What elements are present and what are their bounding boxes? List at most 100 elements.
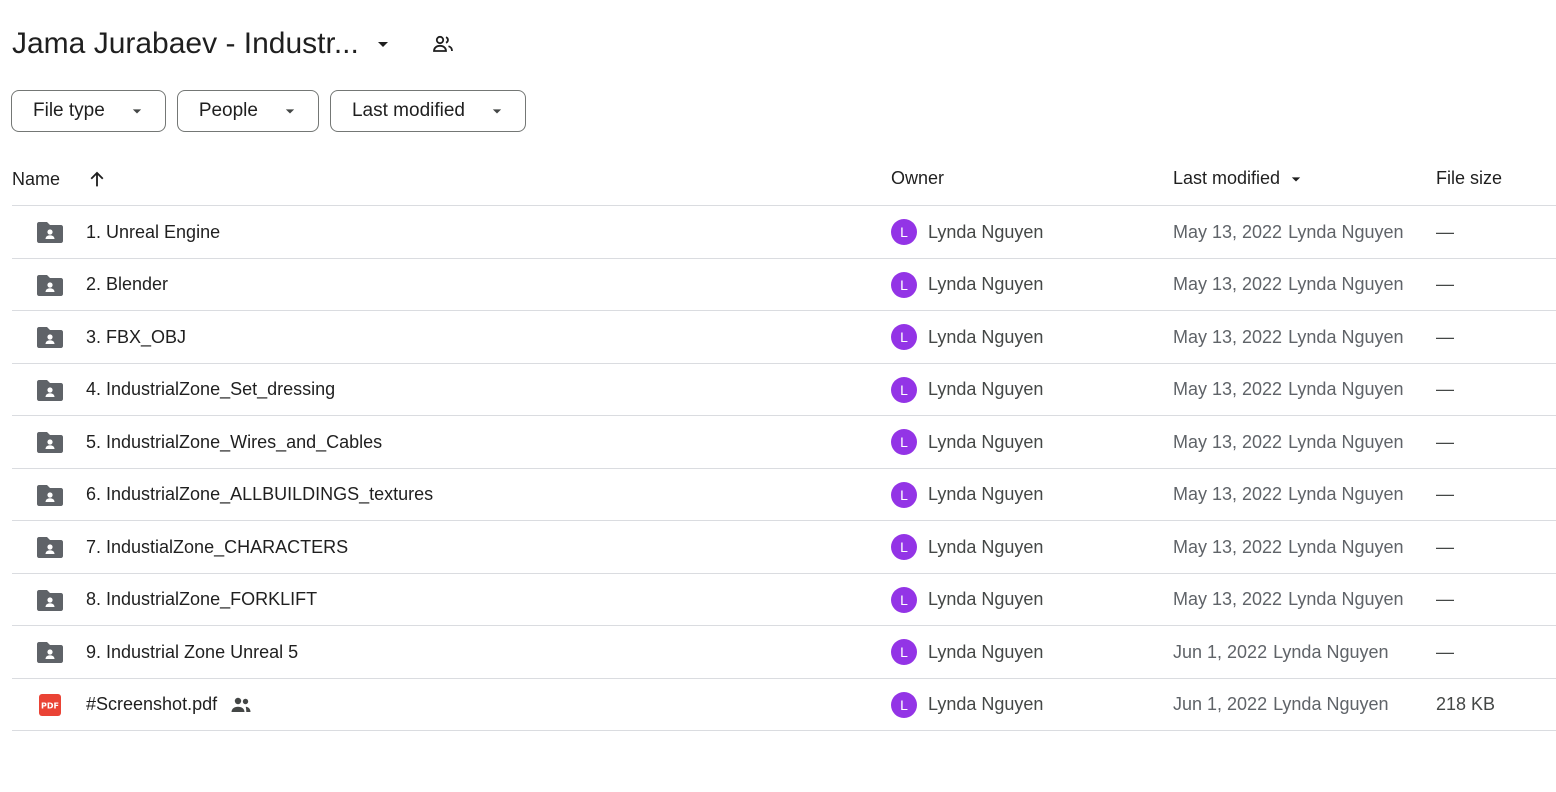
modified-date: Jun 1, 2022 xyxy=(1173,694,1268,714)
file-size: — xyxy=(1436,274,1454,294)
arrow-upward-icon[interactable] xyxy=(86,168,108,190)
column-label: Name xyxy=(12,168,61,189)
table-row[interactable]: PDF #Screenshot.pdf L Lynda Nguyen Jun 1,… xyxy=(12,679,1556,731)
file-size: — xyxy=(1436,484,1454,504)
modified-by: Lynda Nguyen xyxy=(1288,326,1404,347)
shared-folder-icon xyxy=(36,521,64,573)
pdf-icon: PDF xyxy=(36,679,64,731)
avatar: L xyxy=(891,376,917,403)
file-list: 1. Unreal Engine L Lynda Nguyen May 13, 2… xyxy=(12,206,1556,731)
file-size: 218 KB xyxy=(1436,694,1496,714)
shared-folder-icon xyxy=(36,469,64,521)
owner-name: Lynda Nguyen xyxy=(928,484,1044,504)
file-size: — xyxy=(1436,221,1454,242)
table-row[interactable]: 5. IndustrialZone_Wires_and_Cables L Lynd… xyxy=(12,416,1556,469)
modified-by: Lynda Nguyen xyxy=(1288,536,1404,557)
chip-label: File type xyxy=(33,100,105,121)
table-row[interactable]: 4. IndustrialZone_Set_dressing L Lynda Ng… xyxy=(12,364,1556,416)
modified-date: May 13, 2022 xyxy=(1173,484,1283,504)
modified-by: Lynda Nguyen xyxy=(1273,641,1389,662)
file-size: — xyxy=(1436,589,1454,609)
people-icon xyxy=(229,693,253,717)
people-filter[interactable]: People xyxy=(176,90,319,132)
owner-name: Lynda Nguyen xyxy=(928,589,1044,609)
file-size: — xyxy=(1436,641,1454,662)
file-name: 3. FBX_OBJ xyxy=(86,326,187,347)
avatar: L xyxy=(891,219,917,245)
folder-header: Jama Jurabaev - Industr... xyxy=(12,24,455,64)
owner-name: Lynda Nguyen xyxy=(928,431,1044,452)
owner-name: Lynda Nguyen xyxy=(928,536,1044,557)
file-name: 7. IndustialZone_CHARACTERS xyxy=(86,536,349,557)
owner-name: Lynda Nguyen xyxy=(928,379,1044,399)
avatar: L xyxy=(891,271,917,298)
file-name: 4. IndustrialZone_Set_dressing xyxy=(86,379,336,399)
owner-name: Lynda Nguyen xyxy=(928,694,1044,714)
file-name: #Screenshot.pdf xyxy=(86,694,218,714)
file-name: 8. IndustrialZone_FORKLIFT xyxy=(86,589,318,609)
arrow-drop-down-icon xyxy=(487,101,507,121)
modified-by: Lynda Nguyen xyxy=(1288,484,1404,504)
file-size: — xyxy=(1436,431,1454,452)
table-row[interactable]: 2. Blender L Lynda Nguyen May 13, 2022 Lyn… xyxy=(12,259,1556,311)
last-modified-filter[interactable]: Last modified xyxy=(329,90,526,132)
avatar: L xyxy=(891,639,917,665)
table-row[interactable]: 9. Industrial Zone Unreal 5 L Lynda Nguye… xyxy=(12,626,1556,679)
shared-folder-icon xyxy=(36,574,64,626)
folder-title[interactable]: Jama Jurabaev - Industr... xyxy=(12,27,359,61)
shared-folder-icon xyxy=(36,206,64,258)
shared-folder-icon xyxy=(36,311,64,363)
chip-label: People xyxy=(198,100,258,121)
modified-date: May 13, 2022 xyxy=(1173,589,1283,609)
modified-by: Lynda Nguyen xyxy=(1273,694,1389,714)
column-header-owner: Owner xyxy=(891,168,944,189)
owner-name: Lynda Nguyen xyxy=(928,326,1044,347)
modified-by: Lynda Nguyen xyxy=(1288,431,1404,452)
file-name: 9. Industrial Zone Unreal 5 xyxy=(86,641,299,662)
avatar: L xyxy=(891,534,917,560)
arrow-drop-down-icon xyxy=(1286,169,1306,189)
shared-folder-icon xyxy=(36,259,64,311)
arrow-drop-down-icon xyxy=(127,101,147,121)
pdf-icon-text: PDF xyxy=(41,701,59,710)
modified-date: May 13, 2022 xyxy=(1173,274,1283,294)
table-header: Name Owner Last modified File size xyxy=(12,160,1556,206)
avatar: L xyxy=(891,586,917,613)
column-label: Owner xyxy=(891,168,945,188)
owner-name: Lynda Nguyen xyxy=(928,221,1044,242)
shared-folder-icon xyxy=(36,626,64,678)
column-header-name[interactable]: Name xyxy=(12,168,108,190)
shared-folder-icon xyxy=(36,416,64,468)
table-row[interactable]: 7. IndustialZone_CHARACTERS L Lynda Nguye… xyxy=(12,521,1556,574)
file-name: 1. Unreal Engine xyxy=(86,221,221,242)
shared-folder-icon xyxy=(36,364,64,416)
file-type-filter[interactable]: File type xyxy=(11,90,166,132)
file-name: 2. Blender xyxy=(86,274,169,294)
table-row[interactable]: 3. FBX_OBJ L Lynda Nguyen May 13, 2022 Lyn… xyxy=(12,311,1556,364)
modified-date: May 13, 2022 xyxy=(1173,536,1283,557)
modified-date: May 13, 2022 xyxy=(1173,221,1283,242)
column-label: Last modified xyxy=(1173,168,1281,188)
owner-name: Lynda Nguyen xyxy=(928,641,1044,662)
arrow-drop-down-icon[interactable] xyxy=(371,32,395,56)
column-header-file-size: File size xyxy=(1436,168,1502,189)
column-label: File size xyxy=(1436,168,1503,188)
file-size: — xyxy=(1436,379,1454,399)
table-row[interactable]: 6. IndustrialZone_ALLBUILDINGS_textures … xyxy=(12,469,1556,521)
modified-date: May 13, 2022 xyxy=(1173,326,1283,347)
modified-by: Lynda Nguyen xyxy=(1288,221,1404,242)
file-size: — xyxy=(1436,326,1454,347)
file-name: 6. IndustrialZone_ALLBUILDINGS_textures xyxy=(86,484,434,504)
modified-by: Lynda Nguyen xyxy=(1288,379,1404,399)
modified-date: May 13, 2022 xyxy=(1173,379,1283,399)
table-row[interactable]: 1. Unreal Engine L Lynda Nguyen May 13, 2… xyxy=(12,206,1556,259)
modified-date: May 13, 2022 xyxy=(1173,431,1283,452)
modified-by: Lynda Nguyen xyxy=(1288,274,1404,294)
column-header-last-modified[interactable]: Last modified xyxy=(1173,168,1306,189)
arrow-drop-down-icon xyxy=(280,101,300,121)
filter-bar: File type People Last modified xyxy=(11,90,526,132)
people-outline-icon[interactable] xyxy=(431,32,455,56)
modified-by: Lynda Nguyen xyxy=(1288,589,1404,609)
owner-name: Lynda Nguyen xyxy=(928,274,1044,294)
table-row[interactable]: 8. IndustrialZone_FORKLIFT L Lynda Nguyen… xyxy=(12,574,1556,626)
